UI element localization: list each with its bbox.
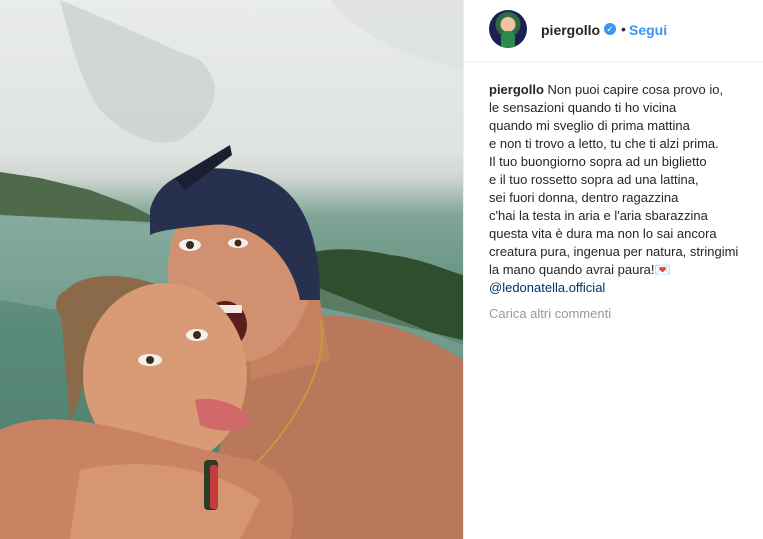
separator-dot: • — [621, 21, 626, 37]
caption-line: creatura pura, ingenua per natura, strin… — [489, 244, 739, 259]
post-header: piergollo ✓ • Segui — [464, 0, 763, 62]
caption-line: le sensazioni quando ti ho vicina — [489, 100, 677, 115]
caption-line: e non ti trovo a letto, tu che ti alzi p… — [489, 136, 719, 151]
caption-line: Non puoi capire cosa provo io, — [547, 82, 724, 97]
verified-badge-icon: ✓ — [604, 23, 616, 35]
mention-link[interactable]: @ledonatella.official — [489, 279, 759, 297]
caption-username[interactable]: piergollo — [489, 82, 544, 97]
post-photo[interactable] — [0, 0, 463, 539]
post-caption: piergollo Non puoi capire cosa provo io,… — [489, 81, 759, 297]
avatar[interactable] — [489, 10, 527, 48]
caption-line: sei fuori donna, dentro ragazzina — [489, 190, 679, 205]
follow-button[interactable]: Segui — [629, 22, 667, 38]
panel-divider — [463, 0, 464, 539]
load-more-comments-button[interactable]: Carica altri commenti — [489, 306, 611, 321]
caption-line: quando mi sveglio di prima mattina — [489, 118, 690, 133]
caption-line: c'hai la testa in aria e l'aria sbarazzi… — [489, 208, 708, 223]
caption-line: e il tuo rossetto sopra ad una lattina, — [489, 172, 699, 187]
caption-line: Il tuo buongiorno sopra ad un biglietto — [489, 154, 707, 169]
caption-line: la mano quando avrai paura!💌 — [489, 262, 671, 277]
caption-line: questa vita è dura ma non lo sai ancora — [489, 226, 717, 241]
header-username[interactable]: piergollo — [541, 22, 600, 38]
selfie-illustration — [0, 0, 463, 539]
